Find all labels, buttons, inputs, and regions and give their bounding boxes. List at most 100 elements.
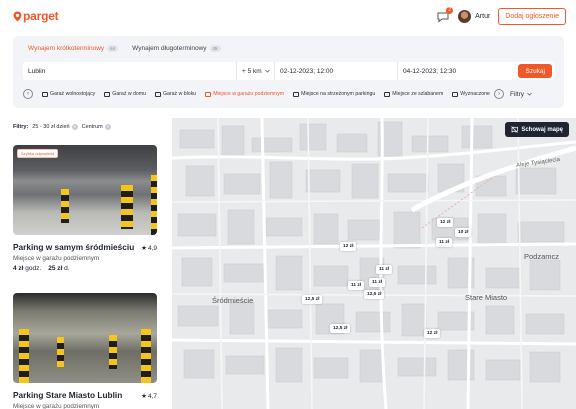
date-from-input[interactable]: 02-12-2023; 12:00 (275, 62, 398, 80)
price-marker[interactable]: 11 zł (348, 281, 365, 290)
user-menu[interactable]: Artur (458, 10, 490, 23)
category-bar: ‹ Garaż wolnostojący Garaż w domu Garaż … (23, 87, 554, 101)
listing-card[interactable]: Szybka odpowiedź Parking w samym śródmie… (13, 145, 157, 272)
price-marker[interactable]: 12 zł (340, 242, 357, 251)
search-panel: Wynajem krótkoterminowy 64 Wynajem długo… (13, 36, 564, 108)
price-marker[interactable]: 11 zł (369, 278, 386, 287)
tab-label: Wynajem długoterminowy (132, 45, 207, 52)
price-marker[interactable]: 11 zł (376, 265, 393, 274)
messages-badge: 2 (446, 6, 454, 14)
price-day: 25 zł (48, 265, 63, 272)
header-actions: 2 Artur Dodaj ogłoszenie (436, 6, 566, 25)
close-icon[interactable]: × (71, 124, 78, 130)
pillar-graphic (19, 329, 29, 383)
tab-label: Wynajem krótkoterminowy (28, 45, 105, 52)
listing-type: Miejsce w garażu podziemnym (13, 255, 100, 262)
price-marker[interactable]: 12,5 zł (302, 295, 323, 304)
filter-chip[interactable]: 25 - 30 zł dzień × (32, 124, 78, 130)
star-icon: ★ (141, 393, 147, 400)
rating-value: 4,9 (147, 244, 157, 252)
search-button[interactable]: Szukaj (518, 64, 552, 78)
tab-short-term[interactable]: Wynajem krótkoterminowy 64 (28, 45, 119, 52)
category-label: Miejsce na strzeżonym parkingu (301, 91, 376, 97)
category-item[interactable]: Garaż w bloku (155, 91, 196, 97)
add-listing-button[interactable]: Dodaj ogłoszenie (498, 8, 566, 25)
listing-card[interactable]: Parking Stare Miasto Lublin ★ 4,7 Miejsce… (13, 293, 157, 409)
category-item[interactable]: Garaż wolnostojący (42, 91, 95, 97)
category-label: Miejsce ze szlabanem (392, 91, 444, 97)
user-name: Artur (475, 13, 491, 20)
listing-type: Miejsce w garażu podziemnym (13, 403, 100, 409)
price-day-unit: d. (64, 265, 70, 272)
price-marker[interactable]: 12 zł (424, 329, 441, 338)
parget-logo[interactable]: parget (13, 9, 59, 23)
barrier-icon (384, 91, 391, 97)
garage-icon (42, 91, 48, 97)
messages-button[interactable]: 2 (436, 6, 454, 24)
listing-photo[interactable]: Szybka odpowiedź (13, 145, 157, 235)
category-label: Garaż w bloku (163, 91, 197, 97)
price-hour: 4 zł (13, 265, 24, 272)
rating-value: 4,7 (147, 392, 157, 400)
listing-title[interactable]: Parking w samym śródmieściu (13, 242, 134, 252)
tab-count: 45 (209, 45, 221, 52)
chevron-right-icon[interactable]: › (493, 89, 504, 99)
chevron-down-icon (527, 92, 532, 96)
quick-reply-badge: Szybka odpowiedź (17, 149, 59, 158)
filter-chip-label: 25 - 30 zł dzień (32, 124, 70, 130)
tab-long-term[interactable]: Wynajem długoterminowy 45 (132, 45, 221, 52)
city-input[interactable]: Lublin (23, 62, 237, 80)
radius-value: + 5 km (242, 67, 262, 75)
price-hour-unit: godz. (25, 265, 42, 272)
price-marker[interactable]: 12,5 zł (330, 324, 351, 333)
close-icon[interactable]: × (104, 124, 111, 130)
price-marker[interactable]: 12 zł (437, 218, 454, 227)
map-view[interactable]: Schowaj mapę Aleje Tysiąclecia Podzamcz … (172, 118, 576, 409)
pin-icon (452, 91, 459, 97)
district-label: Podzamcz (524, 252, 560, 261)
filters-button[interactable]: Filtry (510, 91, 532, 98)
chevron-down-icon (264, 69, 270, 73)
listing-photo[interactable] (13, 293, 157, 383)
listing-prices: 4 zł godz. 25 zł d. (13, 265, 157, 272)
map-off-icon (511, 126, 519, 133)
star-icon: ★ (141, 245, 147, 252)
chevron-left-icon[interactable]: ‹ (23, 89, 33, 99)
garage-icon (155, 91, 162, 97)
price-marker[interactable]: 10 zł (455, 228, 472, 237)
district-label: Śródmieście (212, 296, 254, 305)
category-label: Garaż w domu (112, 91, 147, 97)
tab-count: 64 (107, 45, 119, 52)
price-marker[interactable]: 12,5 zł (364, 290, 385, 299)
filter-chip-label: Centrum (81, 124, 103, 130)
rental-tabs: Wynajem krótkoterminowy 64 Wynajem długo… (28, 45, 221, 52)
category-label: Garaż wolnostojący (50, 91, 96, 97)
listing-title[interactable]: Parking Stare Miasto Lublin (13, 390, 122, 400)
category-item-selected[interactable]: Miejsce w garażu podziemnym (205, 91, 284, 97)
filter-chip[interactable]: Centrum × (82, 124, 111, 130)
logo-pin-icon (13, 11, 22, 21)
logo-text: parget (23, 9, 59, 23)
hide-map-label: Schowaj mapę (521, 126, 563, 133)
pillar-graphic (141, 329, 151, 383)
pillar-graphic (121, 185, 133, 229)
category-item[interactable]: Miejsce ze szlabanem (384, 91, 443, 97)
radius-select[interactable]: + 5 km (237, 62, 275, 80)
hide-map-button[interactable]: Schowaj mapę (505, 122, 569, 137)
pillar-graphic (57, 337, 64, 367)
category-label: Miejsce w garażu podziemnym (213, 91, 285, 97)
garage-icon (205, 91, 212, 97)
pillar-graphic (151, 175, 157, 235)
filters-label: Filtry (509, 90, 525, 98)
pillar-graphic (61, 189, 69, 223)
top-header: parget 2 Artur Dodaj ogłoszenie (0, 0, 576, 34)
category-item[interactable]: Garaż w domu (104, 91, 146, 97)
listing-rating: ★ 4,9 (141, 244, 157, 253)
avatar (458, 10, 472, 23)
category-item[interactable]: Wyznaczone (452, 91, 490, 97)
category-item[interactable]: Miejsce na strzeżonym parkingu (293, 91, 375, 97)
map-canvas[interactable] (172, 118, 576, 409)
filters-heading: Filtry: (13, 124, 29, 130)
garage-icon (104, 91, 111, 97)
price-marker[interactable]: 11 zł (436, 238, 453, 247)
